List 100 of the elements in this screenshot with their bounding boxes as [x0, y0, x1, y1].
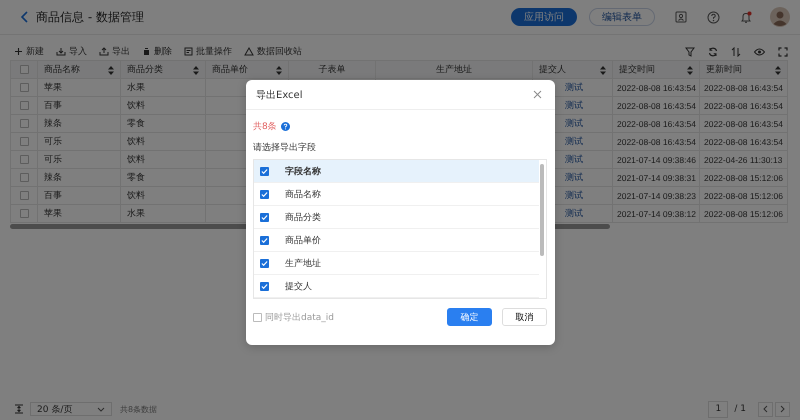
table-cell: 辣条: [38, 168, 120, 186]
table-cell: 可乐: [38, 150, 120, 168]
chevron-left-icon: [763, 405, 768, 413]
fullscreen-icon[interactable]: [778, 47, 788, 57]
page-number-field[interactable]: 1: [708, 400, 728, 418]
row-checkbox[interactable]: [20, 172, 28, 182]
sort-icon[interactable]: [731, 47, 741, 57]
toolbar-button[interactable]: 导出: [97, 44, 132, 58]
column-header[interactable]: 提交时间: [612, 60, 700, 78]
toolbar-button[interactable]: 数据回收站: [242, 44, 304, 58]
upload-icon: [99, 46, 109, 56]
toolbar-button[interactable]: 删除: [140, 44, 174, 58]
list-icon: [184, 46, 193, 56]
previous-page-button[interactable]: [758, 402, 773, 416]
triangle-icon: [244, 46, 254, 56]
filter-icon[interactable]: [685, 47, 695, 57]
table-cell: 苹果: [38, 78, 120, 96]
submitter-link[interactable]: 测试: [565, 119, 583, 129]
avatar[interactable]: [770, 7, 790, 27]
field-label: 提交人: [285, 280, 312, 292]
export-id-label: 同时导出data_id: [265, 312, 334, 324]
sort-icon[interactable]: [775, 66, 781, 75]
column-header[interactable]: 子表单: [288, 60, 376, 78]
sort-icon[interactable]: [600, 66, 606, 75]
row-checkbox[interactable]: [20, 190, 28, 200]
dialog-title: 导出Excel: [256, 88, 302, 102]
row-checkbox[interactable]: [20, 154, 28, 164]
table-cell: 2021-07-14 09:38:46: [612, 150, 700, 168]
table-cell: 2022-04-26 11:30:13: [700, 150, 788, 168]
sort-icon[interactable]: [193, 66, 199, 75]
sort-icon[interactable]: [276, 66, 282, 75]
submitter-link[interactable]: 测试: [565, 137, 583, 147]
table-cell: 百事: [38, 186, 120, 204]
table-cell: 2022-08-08 16:43:54: [612, 96, 700, 114]
help-icon[interactable]: [280, 122, 290, 131]
row-height-icon[interactable]: [14, 404, 24, 414]
header-button[interactable]: 应用访问: [511, 8, 577, 26]
back-icon[interactable]: [20, 11, 28, 23]
submitter-link[interactable]: 测试: [565, 173, 583, 183]
chevron-right-icon: [780, 405, 785, 413]
bell-icon[interactable]: [740, 10, 752, 24]
record-count: 共8条: [253, 120, 277, 133]
id-card-icon[interactable]: [675, 11, 687, 23]
column-header[interactable]: 商品分类: [120, 60, 206, 78]
table-cell: 可乐: [38, 132, 120, 150]
field-checkbox[interactable]: [260, 212, 269, 222]
field-checkbox[interactable]: [260, 166, 269, 176]
plus-icon: [14, 46, 23, 56]
row-checkbox[interactable]: [20, 118, 28, 128]
eye-icon[interactable]: [754, 48, 765, 56]
next-page-button[interactable]: [775, 402, 790, 416]
toolbar-button[interactable]: 批量操作: [182, 44, 234, 58]
table-cell: 饮料: [120, 132, 206, 150]
field-checkbox[interactable]: [260, 236, 269, 244]
field-checkbox[interactable]: [260, 258, 269, 268]
table-cell: 2022-08-08 16:43:54: [612, 78, 700, 96]
table-cell: 饮料: [120, 96, 206, 114]
sort-icon[interactable]: [108, 66, 114, 75]
select-all-checkbox[interactable]: [20, 64, 28, 74]
field-checkbox[interactable]: [260, 282, 269, 290]
row-checkbox[interactable]: [20, 100, 28, 110]
submitter-link[interactable]: 测试: [565, 83, 583, 93]
page-size-select[interactable]: 20 条/页: [30, 402, 112, 416]
table-cell: 零食: [120, 114, 206, 132]
field-label: 商品单价: [285, 234, 321, 246]
field-checkbox[interactable]: [260, 190, 269, 198]
table-cell: 2022-08-08 15:12:06: [700, 186, 788, 204]
refresh-icon[interactable]: [708, 47, 718, 57]
row-checkbox[interactable]: [20, 208, 28, 218]
submitter-link[interactable]: 测试: [565, 209, 583, 219]
column-header[interactable]: 提交人: [532, 60, 612, 78]
toolbar-button[interactable]: 新建: [12, 44, 46, 58]
submitter-link[interactable]: 测试: [565, 155, 583, 165]
submitter-link[interactable]: 测试: [565, 191, 583, 201]
close-icon[interactable]: [533, 90, 542, 99]
total-count: 共8条数据: [120, 404, 158, 414]
table-cell: 饮料: [120, 150, 206, 168]
export-id-checkbox[interactable]: [253, 312, 262, 322]
sort-icon[interactable]: [687, 66, 693, 75]
header-button[interactable]: 编辑表单: [589, 8, 655, 26]
column-header[interactable]: 商品名称: [38, 60, 120, 78]
toolbar-button[interactable]: 导入: [54, 44, 89, 58]
column-header[interactable]: 更新时间: [700, 60, 788, 78]
field-label: 生产地址: [285, 258, 321, 270]
submitter-link[interactable]: 测试: [565, 101, 583, 111]
confirm-button[interactable]: 确定: [447, 308, 492, 326]
table-cell: 2022-08-08 16:43:54: [700, 132, 788, 150]
table-cell: 2021-07-14 09:38:12: [612, 204, 700, 222]
column-header[interactable]: 生产地址: [376, 60, 532, 78]
field-label: 商品名称: [285, 188, 321, 200]
cancel-button[interactable]: 取消: [502, 308, 547, 326]
table-cell: 水果: [120, 78, 206, 96]
row-checkbox[interactable]: [20, 82, 28, 92]
row-checkbox[interactable]: [20, 136, 28, 146]
download-icon: [56, 46, 66, 56]
column-header[interactable]: 商品单价: [206, 60, 288, 78]
trash-icon: [142, 46, 151, 56]
help-icon[interactable]: [707, 10, 720, 24]
table-cell: 2022-08-08 16:43:54: [700, 114, 788, 132]
scrollbar-thumb[interactable]: [540, 164, 544, 256]
